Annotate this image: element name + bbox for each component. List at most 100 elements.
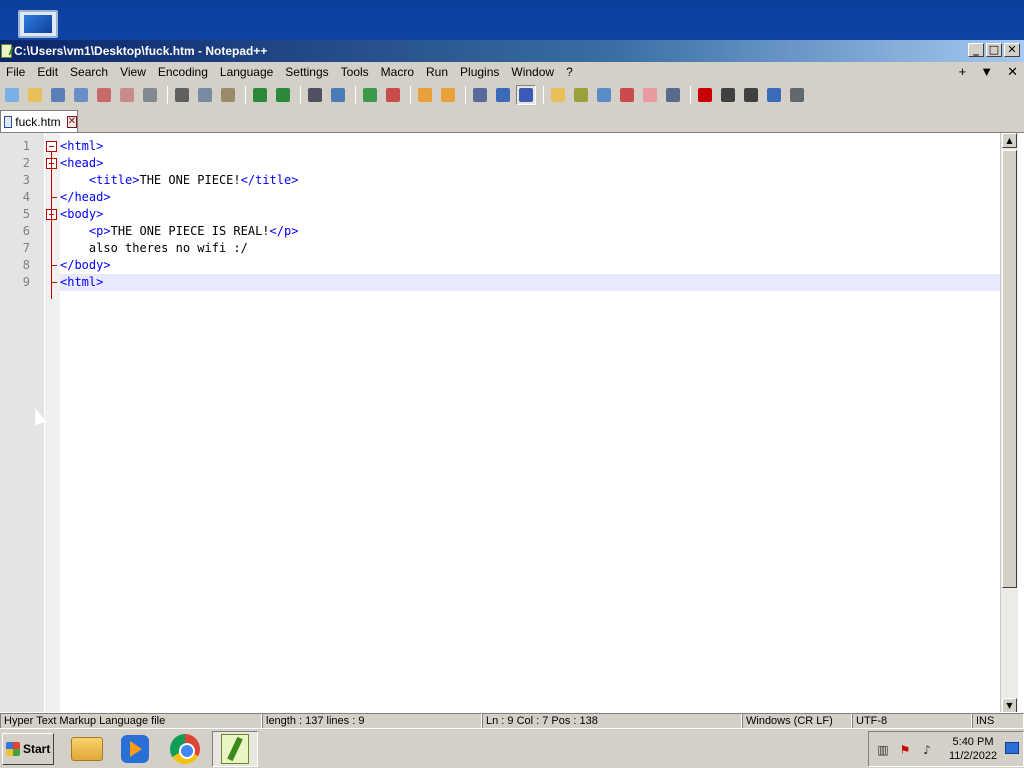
stop-macro-button[interactable] xyxy=(718,85,738,105)
line-number: 6 xyxy=(22,224,30,238)
network-icon[interactable]: ▥ xyxy=(875,742,891,758)
menu-run[interactable]: Run xyxy=(420,62,454,82)
new-tab-button[interactable]: + xyxy=(959,62,967,82)
close-icon xyxy=(97,88,111,102)
show-all-chars-button[interactable] xyxy=(493,85,513,105)
close-button[interactable] xyxy=(94,85,114,105)
taskbar-media-player[interactable] xyxy=(112,731,158,767)
html-tag: </p> xyxy=(269,224,299,238)
start-label: Start xyxy=(23,742,51,756)
menu-language[interactable]: Language xyxy=(214,62,279,82)
copy-button[interactable] xyxy=(195,85,215,105)
menu-window[interactable]: Window xyxy=(505,62,560,82)
fold-end-marker xyxy=(51,197,57,198)
replace-button[interactable] xyxy=(328,85,348,105)
menu-help[interactable]: ? xyxy=(560,62,579,82)
indent-guide-icon xyxy=(519,88,533,102)
menu-tools[interactable]: Tools xyxy=(335,62,375,82)
folder-workspace-button[interactable] xyxy=(640,85,660,105)
indent-guide-button[interactable] xyxy=(516,85,536,105)
redo-button[interactable] xyxy=(273,85,293,105)
minimize-button[interactable]: _ xyxy=(968,43,984,57)
computer-desktop-icon[interactable] xyxy=(14,6,62,40)
word-wrap-button[interactable] xyxy=(470,85,490,105)
tab-fuck-htm[interactable]: fuck.htm ✕ xyxy=(0,110,78,132)
paste-button[interactable] xyxy=(218,85,238,105)
save-all-button[interactable] xyxy=(71,85,91,105)
taskbar-chrome[interactable] xyxy=(162,731,208,767)
text-content xyxy=(60,173,89,187)
status-eol[interactable]: Windows (CR LF) xyxy=(742,713,852,728)
code-line[interactable]: <title>THE ONE PIECE!</title> xyxy=(60,172,299,189)
vertical-scrollbar[interactable]: ▲ ▼ xyxy=(1000,133,1018,713)
maximize-button[interactable]: □ xyxy=(986,43,1002,57)
replace-icon xyxy=(331,88,345,102)
sync-v-button[interactable] xyxy=(415,85,435,105)
status-encoding[interactable]: UTF-8 xyxy=(852,713,972,728)
volume-icon[interactable]: ♪ xyxy=(919,742,935,758)
play-macro-button[interactable] xyxy=(741,85,761,105)
scroll-down-arrow-icon[interactable]: ▼ xyxy=(1002,698,1017,713)
code-line[interactable]: <p>THE ONE PIECE IS REAL!</p> xyxy=(60,223,299,240)
toolbar-separator xyxy=(465,86,466,104)
menu-view[interactable]: View xyxy=(114,62,152,82)
record-macro-button[interactable] xyxy=(695,85,715,105)
toolbar-separator xyxy=(410,86,411,104)
cut-button[interactable] xyxy=(172,85,192,105)
text-content: THE ONE PIECE! xyxy=(139,173,241,187)
stop-macro-icon xyxy=(721,88,735,102)
editor-area[interactable]: ▲ ▼ 1 <html> 2 <head> 3 <title>THE ONE PIECE… xyxy=(0,132,1024,713)
zoom-out-button[interactable] xyxy=(383,85,403,105)
fold-margin[interactable] xyxy=(44,133,60,713)
function-list-button[interactable] xyxy=(617,85,637,105)
menu-macro[interactable]: Macro xyxy=(375,62,420,82)
menu-settings[interactable]: Settings xyxy=(279,62,334,82)
zoom-in-button[interactable] xyxy=(360,85,380,105)
fold-collapse-icon[interactable] xyxy=(46,141,57,152)
doc-list-button[interactable] xyxy=(594,85,614,105)
code-line[interactable]: <html> xyxy=(60,274,103,291)
show-desktop-icon[interactable] xyxy=(1005,742,1019,754)
open-file-button[interactable] xyxy=(25,85,45,105)
title-bar[interactable]: C:\Users\vm1\Desktop\fuck.htm - Notepad+… xyxy=(0,40,1024,62)
code-line[interactable]: </body> xyxy=(60,257,111,274)
menu-edit[interactable]: Edit xyxy=(31,62,64,82)
scroll-up-arrow-icon[interactable]: ▲ xyxy=(1002,133,1017,148)
udl-button[interactable] xyxy=(548,85,568,105)
close-document-button[interactable]: ✕ xyxy=(1007,62,1018,82)
tab-list-button[interactable]: ▼ xyxy=(980,62,993,82)
menu-search[interactable]: Search xyxy=(64,62,114,82)
undo-button[interactable] xyxy=(250,85,270,105)
function-list-icon xyxy=(620,88,634,102)
menu-plugins[interactable]: Plugins xyxy=(454,62,505,82)
monitoring-button[interactable] xyxy=(663,85,683,105)
close-all-button[interactable] xyxy=(117,85,137,105)
close-button[interactable]: ✕ xyxy=(1004,43,1020,57)
code-line[interactable]: <head> xyxy=(60,155,103,172)
start-button[interactable]: Start xyxy=(2,733,54,765)
code-line[interactable]: <body> xyxy=(60,206,103,223)
clock[interactable]: 5:40 PM 11/2/2022 xyxy=(945,735,1001,763)
taskbar-explorer[interactable] xyxy=(64,731,110,767)
sync-h-button[interactable] xyxy=(438,85,458,105)
doc-map-button[interactable] xyxy=(571,85,591,105)
find-button[interactable] xyxy=(305,85,325,105)
run-macro-multiple-button[interactable] xyxy=(764,85,784,105)
menu-file[interactable]: File xyxy=(0,62,31,82)
doc-list-icon xyxy=(597,88,611,102)
taskbar-notepadpp[interactable] xyxy=(212,731,258,767)
code-line[interactable]: <html> xyxy=(60,138,103,155)
new-file-button[interactable] xyxy=(2,85,22,105)
toolbar-separator xyxy=(245,86,246,104)
action-center-warning-icon[interactable]: ⚑ xyxy=(897,742,913,758)
sync-h-icon xyxy=(441,88,455,102)
save-macro-button[interactable] xyxy=(787,85,807,105)
code-line[interactable]: </head> xyxy=(60,189,111,206)
code-line[interactable]: also theres no wifi :/ xyxy=(60,240,248,257)
scroll-thumb[interactable] xyxy=(1002,150,1017,588)
tab-close-icon[interactable]: ✕ xyxy=(66,115,77,128)
print-button[interactable] xyxy=(140,85,160,105)
menu-encoding[interactable]: Encoding xyxy=(152,62,214,82)
open-file-icon xyxy=(28,88,42,102)
save-button[interactable] xyxy=(48,85,68,105)
